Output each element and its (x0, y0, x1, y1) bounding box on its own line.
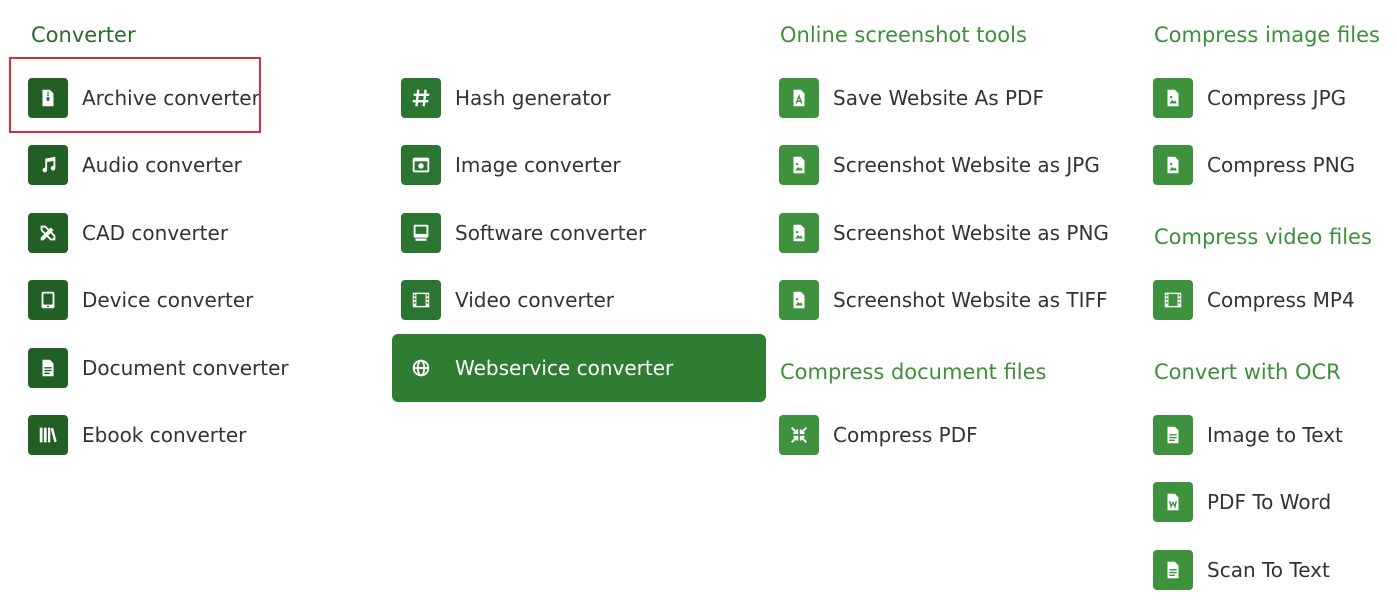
item-label: PDF To Word (1207, 490, 1332, 514)
music-note-icon (28, 145, 68, 185)
image-file-icon (779, 213, 819, 253)
pdf-file-icon (779, 78, 819, 118)
document-icon (28, 348, 68, 388)
item-label: Software converter (455, 221, 647, 245)
pdf-to-word-link[interactable]: PDF To Word (1153, 468, 1331, 536)
screenshot-website-as-tiff-link[interactable]: Screenshot Website as TIFF (779, 266, 1108, 334)
compress-jpg-link[interactable]: Compress JPG (1153, 64, 1346, 132)
item-label: Save Website As PDF (833, 86, 1044, 110)
item-label: Ebook converter (82, 423, 247, 447)
item-label: Compress MP4 (1207, 288, 1355, 312)
cad-converter-link[interactable]: CAD converter (28, 199, 228, 267)
compress-video-heading: Compress video files (1154, 225, 1372, 249)
item-label: Image to Text (1207, 423, 1343, 447)
ruler-pencil-icon (28, 213, 68, 253)
item-label: Archive converter (82, 86, 260, 110)
screenshot-tools-heading: Online screenshot tools (780, 23, 1027, 47)
item-label: Hash generator (455, 86, 611, 110)
item-label: Webservice converter (455, 356, 674, 380)
monitor-icon (401, 213, 441, 253)
hash-generator-link[interactable]: Hash generator (401, 64, 611, 132)
image-icon (401, 145, 441, 185)
film-icon (401, 280, 441, 320)
software-converter-link[interactable]: Software converter (401, 199, 646, 267)
video-converter-link[interactable]: Video converter (401, 266, 614, 334)
item-label: Screenshot Website as JPG (833, 153, 1100, 177)
text-file-icon (1153, 550, 1193, 590)
compress-image-heading: Compress image files (1154, 23, 1380, 47)
compress-png-link[interactable]: Compress PNG (1153, 131, 1355, 199)
image-to-text-link[interactable]: Image to Text (1153, 401, 1343, 469)
archive-file-icon (28, 78, 68, 118)
device-converter-link[interactable]: Device converter (28, 266, 253, 334)
film-icon (1153, 280, 1193, 320)
books-icon (28, 415, 68, 455)
archive-converter-link[interactable]: Archive converter (28, 64, 260, 132)
item-label: CAD converter (82, 221, 229, 245)
item-label: Document converter (82, 356, 289, 380)
item-label: Screenshot Website as TIFF (833, 288, 1108, 312)
image-file-icon (779, 145, 819, 185)
scan-to-text-link[interactable]: Scan To Text (1153, 536, 1330, 604)
converter-heading: Converter (31, 23, 136, 47)
hash-icon (401, 78, 441, 118)
item-label: Image converter (455, 153, 621, 177)
item-label: Compress PNG (1207, 153, 1356, 177)
text-file-icon (1153, 415, 1193, 455)
item-label: Device converter (82, 288, 254, 312)
item-label: Video converter (455, 288, 615, 312)
compress-pdf-link[interactable]: Compress PDF (779, 401, 978, 469)
compress-arrows-icon (779, 415, 819, 455)
compress-document-heading: Compress document files (780, 360, 1047, 384)
globe-icon (401, 348, 441, 388)
item-label: Scan To Text (1207, 558, 1330, 582)
item-label: Compress PDF (833, 423, 978, 447)
webservice-converter-link[interactable]: Webservice converter (392, 334, 766, 402)
ebook-converter-link[interactable]: Ebook converter (28, 401, 246, 469)
item-label: Compress JPG (1207, 86, 1347, 110)
audio-converter-link[interactable]: Audio converter (28, 131, 242, 199)
save-website-as-pdf-link[interactable]: Save Website As PDF (779, 64, 1044, 132)
screenshot-website-as-png-link[interactable]: Screenshot Website as PNG (779, 199, 1109, 267)
tablet-icon (28, 280, 68, 320)
document-converter-link[interactable]: Document converter (28, 334, 289, 402)
image-converter-link[interactable]: Image converter (401, 131, 621, 199)
image-file-icon (1153, 78, 1193, 118)
item-label: Audio converter (82, 153, 242, 177)
item-label: Screenshot Website as PNG (833, 221, 1109, 245)
word-file-icon (1153, 482, 1193, 522)
ocr-heading: Convert with OCR (1154, 360, 1341, 384)
image-file-icon (1153, 145, 1193, 185)
image-file-icon (779, 280, 819, 320)
compress-mp4-link[interactable]: Compress MP4 (1153, 266, 1355, 334)
screenshot-website-as-jpg-link[interactable]: Screenshot Website as JPG (779, 131, 1100, 199)
